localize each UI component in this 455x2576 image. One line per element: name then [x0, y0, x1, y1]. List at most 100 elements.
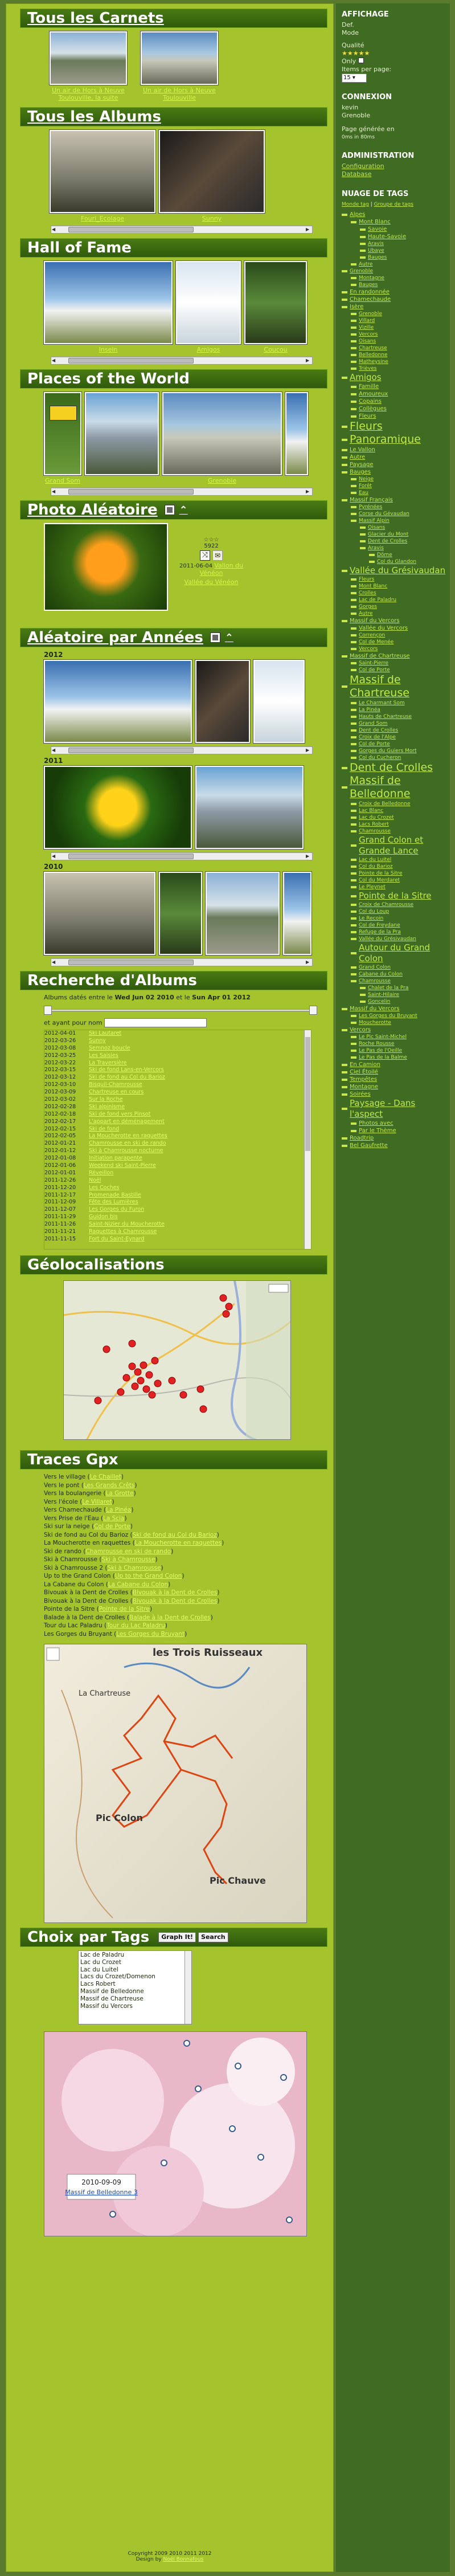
album-list-row[interactable]: 2011-12-20 Les Coches [44, 1185, 311, 1192]
album-list-row[interactable]: 2011-11-26 Saint-Nizier du Moucherotte [44, 1221, 311, 1228]
album-name-link[interactable]: Réveillon [89, 1170, 113, 1177]
album-list-row[interactable]: 2012-02-15 Ski de fond [44, 1126, 311, 1133]
tag-tree-link[interactable]: Croix de l'Alpe [359, 734, 396, 741]
tag-tree-item[interactable]: Dent de Crolles [342, 538, 450, 545]
tag-tree-item[interactable]: Le Vallon [342, 446, 450, 454]
tag-tree-item[interactable]: Oisans [342, 524, 450, 531]
tag-tree-link[interactable]: Neige [359, 476, 374, 483]
albums-scrollbar[interactable]: ◀ ▶ [51, 226, 313, 234]
album-name-link[interactable]: Promenade Bastille [89, 1192, 141, 1199]
tag-tree-item[interactable]: Roche Rousse [342, 1040, 450, 1047]
tag-option[interactable]: Lac du Crozet [80, 1959, 190, 1966]
tag-tree-item[interactable]: Pointe de la Sitre [342, 870, 450, 877]
quality-stars[interactable]: ★★★★★ [342, 50, 450, 58]
tag-tree-link[interactable]: Eau [359, 489, 368, 496]
tag-photo-map[interactable]: 2010-09-09 Massif de Belledonne 3 [44, 2031, 307, 2236]
album-list-row[interactable]: 2012-01-06 Weekend ski Saint-Pierre [44, 1162, 311, 1170]
album-list-row[interactable]: 2011-12-07 Les Gorges du Furon [44, 1206, 311, 1214]
tag-tree-link[interactable]: Massif Français [350, 496, 393, 504]
tag-tree-link[interactable]: Glacier du Mont [368, 531, 408, 538]
tag-tree-item[interactable]: Roadtrip [342, 1134, 450, 1142]
tag-tree-link[interactable]: Paysage [350, 461, 373, 468]
tag-tree-item[interactable]: Vercors [342, 1026, 450, 1034]
tag-tree-link[interactable]: Le Charmant Som [359, 700, 405, 707]
album-list-row[interactable]: 2012-03-22 La Traversière [44, 1060, 311, 1067]
album-name-link[interactable]: Ski de fond [89, 1126, 119, 1133]
carnet-thumb[interactable]: Un air de Hors à Neuve Toulouville [141, 31, 218, 101]
tag-tree-link[interactable]: Fleurs [350, 420, 383, 433]
tag-tree-link[interactable]: Saint-Pierre [359, 660, 388, 667]
tag-tree-item[interactable]: Le Pas de la Balme [342, 1054, 450, 1061]
tag-tree-item[interactable]: Trièves [342, 365, 450, 372]
tag-tree-link[interactable]: Lac du Crozet [359, 814, 394, 821]
tag-tree-item[interactable]: Amigos [342, 372, 450, 383]
tag-tree-item[interactable]: Autre [342, 610, 450, 617]
tag-tree-link[interactable]: Belledonne [359, 352, 387, 358]
tag-tree-item[interactable]: Amoureux [342, 390, 450, 398]
tag-tree-link[interactable]: Villard [359, 317, 375, 324]
album-list-row[interactable]: 2011-12-09 Fête des Lumières [44, 1199, 311, 1206]
tag-tree-link[interactable]: Bauges [359, 281, 378, 288]
tag-option[interactable]: Massif du Vercors [80, 2003, 190, 2010]
album-list-row[interactable]: 2012-01-12 Ski à Chamrousse nocturne [44, 1148, 311, 1155]
tag-tree-item[interactable]: Gorges du Guiers Mort [342, 748, 450, 754]
map-icon[interactable]: ✉ [212, 550, 223, 561]
tag-tree-item[interactable]: Neige [342, 476, 450, 483]
tag-tree-link[interactable]: Cabane du Colon [359, 971, 403, 978]
tag-tree-item[interactable]: Aravis [342, 545, 450, 552]
only-checkbox[interactable] [358, 58, 364, 63]
tag-tree-link[interactable]: Goncelin [368, 998, 390, 1005]
tag-tree-item[interactable]: Chalet de la Pra [342, 985, 450, 991]
tag-tree-item[interactable]: Croix de Chamrousse [342, 901, 450, 908]
place-thumb[interactable]: Grenoble [162, 392, 282, 484]
tag-tree-item[interactable]: Paysage - Dans l'aspect [342, 1098, 450, 1120]
hall-caption[interactable]: Coucou [244, 346, 307, 353]
tag-tree-item[interactable]: Massif de Chartreuse [342, 673, 450, 700]
tag-tree-link[interactable]: Autre [350, 454, 365, 461]
tag-tree-item[interactable]: Lac de Paladru [342, 597, 450, 603]
tag-tree-link[interactable]: Pointe de la Sitre [359, 891, 432, 901]
tag-tree-item[interactable]: Bel Gaufrette [342, 1142, 450, 1149]
search-button[interactable]: Search [198, 1932, 228, 1942]
tag-tree-item[interactable]: Croix de l'Alpe [342, 734, 450, 741]
tag-tree-link[interactable]: En Camion [350, 1061, 380, 1068]
tag-tree-link[interactable]: Bauges [368, 254, 387, 261]
year-thumb[interactable] [195, 766, 304, 849]
tag-tree-item[interactable]: En randonnée [342, 288, 450, 296]
tag-tree-item[interactable]: Fleurs [342, 420, 450, 433]
tag-tree-item[interactable]: Grand Som [342, 720, 450, 727]
tag-tree-link[interactable]: Chamrousse [359, 828, 391, 835]
place-thumb[interactable] [285, 392, 308, 484]
album-list-row[interactable]: 2012-02-17 L'appart en déménagement [44, 1118, 311, 1126]
gpx-album-link[interactable]: Le Villaret [82, 1499, 112, 1505]
cloud-link[interactable]: Groupe de tags [374, 202, 413, 207]
year-thumb[interactable] [253, 660, 305, 743]
section-random-years-title[interactable]: Aléatoire par Années ⌃ [20, 628, 327, 647]
tag-tree-link[interactable]: Bel Gaufrette [350, 1142, 388, 1149]
gpx-album-link[interactable]: Ski de fond au Col du Barioz [133, 1532, 217, 1538]
tag-tree-link[interactable]: Col de Porte [359, 741, 390, 748]
tag-tree-link[interactable]: Le Pic Saint-Michel [359, 1034, 407, 1040]
tag-tree-link[interactable]: Gorges [359, 603, 377, 610]
tag-tree-link[interactable]: Ciel Étoilé [350, 1068, 378, 1076]
album-name-link[interactable]: Sur la Roche [89, 1096, 123, 1104]
tag-tree-item[interactable]: Vercors [342, 331, 450, 338]
tag-tree-link[interactable]: Grand Som [359, 720, 387, 727]
tag-tree-item[interactable]: Paysage [342, 461, 450, 468]
tag-tree-link[interactable]: Tempêtes [350, 1076, 377, 1083]
tag-tree-link[interactable]: Chamechaude [350, 296, 391, 303]
gpx-album-link[interactable]: La Grotte [106, 1490, 134, 1497]
tag-tree-link[interactable]: Dôme [377, 552, 392, 558]
tag-tree-item[interactable]: Bauges [342, 468, 450, 476]
tag-option[interactable]: Lacs Robert [80, 1981, 190, 1988]
tag-tree-item[interactable]: Corrençon [342, 632, 450, 639]
tag-tree-link[interactable]: Col du Barioz [359, 863, 393, 870]
tag-tree-link[interactable]: Les Gorges du Bruyant [359, 1013, 417, 1019]
year-thumb[interactable] [44, 872, 155, 955]
tag-tree-link[interactable]: Autre [359, 261, 372, 268]
hall-thumb[interactable]: Amigos [176, 261, 241, 353]
graph-button[interactable]: Graph It! [158, 1932, 196, 1942]
tag-tree-link[interactable]: Refuge de la Pra [359, 929, 401, 936]
tag-tree-link[interactable]: Montagne [350, 1083, 378, 1091]
tag-tree-item[interactable]: Croix de Belledonne [342, 801, 450, 807]
